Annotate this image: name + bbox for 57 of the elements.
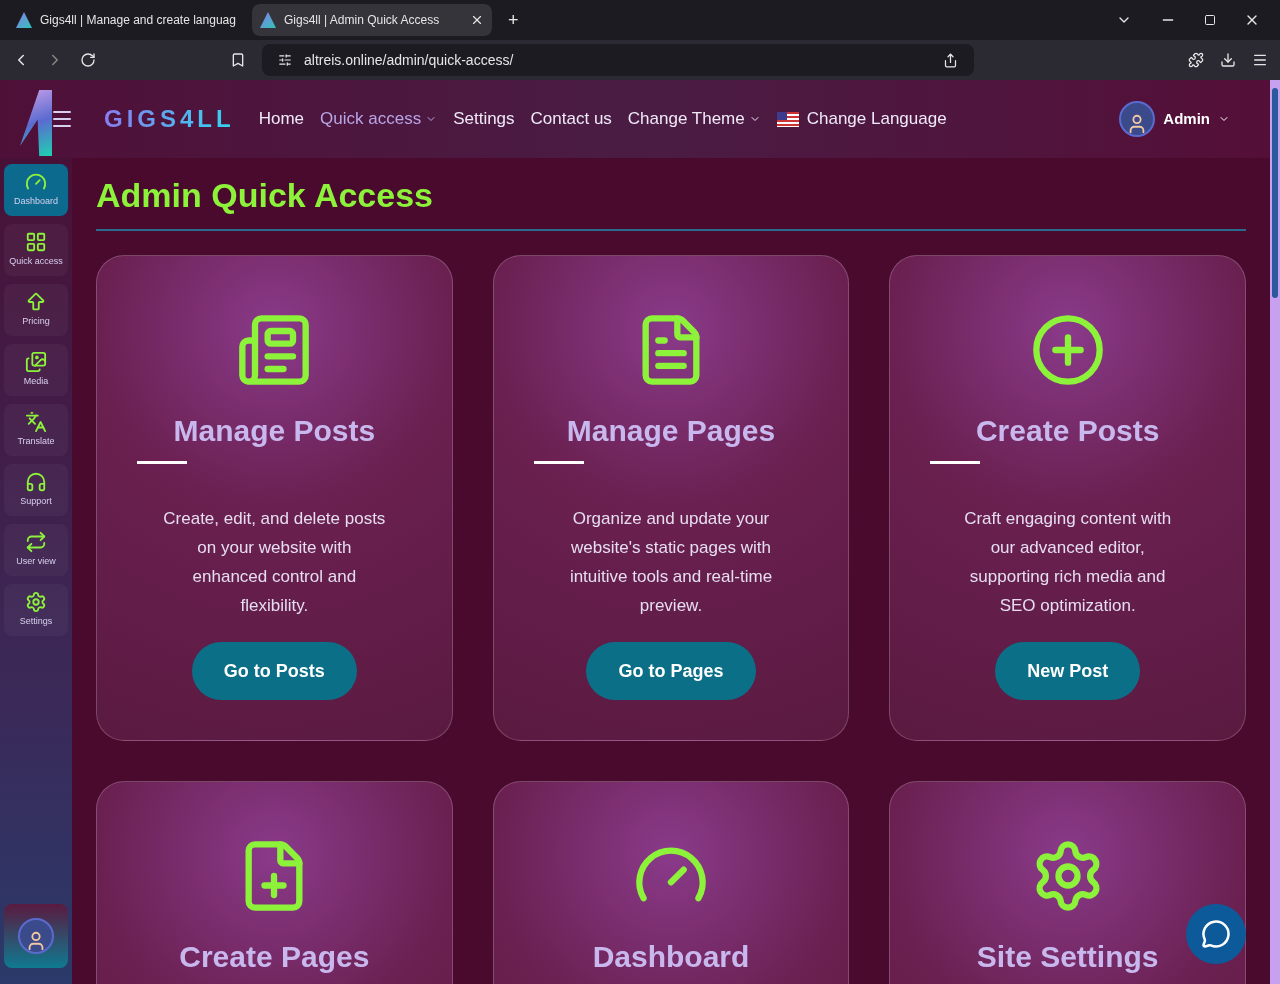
nav-link[interactable]: Settings bbox=[453, 106, 515, 132]
sidebar-item[interactable]: Support bbox=[4, 464, 68, 516]
nav-link[interactable]: Quick access bbox=[320, 106, 438, 132]
grid-icon bbox=[25, 231, 47, 254]
new-tab-button[interactable]: + bbox=[496, 6, 531, 34]
sidebar-item[interactable]: Media bbox=[4, 344, 68, 396]
avatar-icon bbox=[18, 918, 54, 954]
settings-icon bbox=[25, 591, 47, 614]
card-description: Create, edit, and delete posts on your website with enhanced control and flexibility. bbox=[162, 508, 387, 617]
maximize-icon[interactable] bbox=[1204, 14, 1216, 26]
download-icon[interactable] bbox=[1220, 52, 1236, 68]
browser-tab[interactable]: Gigs4ll | Admin Quick Access bbox=[252, 4, 492, 36]
flag-icon bbox=[776, 111, 799, 127]
nav-link[interactable]: Contact us bbox=[530, 106, 612, 132]
headset-icon bbox=[25, 471, 47, 494]
site-logo-icon bbox=[16, 12, 32, 28]
share-icon[interactable] bbox=[943, 52, 958, 68]
site-logo-icon bbox=[260, 12, 276, 28]
menu-icon[interactable] bbox=[1252, 52, 1268, 68]
nav-link[interactable]: Change Theme bbox=[627, 106, 761, 132]
page-title: Admin Quick Access bbox=[96, 175, 434, 216]
card-title: Create Pages bbox=[179, 939, 370, 975]
site-settings-icon[interactable] bbox=[278, 53, 292, 67]
card-title: Dashboard bbox=[592, 939, 750, 975]
card-button[interactable]: Go to Posts bbox=[191, 642, 357, 700]
card-description: Organize and update your website's static pages with intuitive tools and real-time preview. bbox=[568, 508, 774, 617]
repeat-icon bbox=[25, 531, 47, 554]
bookmark-icon[interactable] bbox=[230, 52, 246, 68]
card-button[interactable]: Go to Pages bbox=[586, 642, 756, 700]
user-menu[interactable]: Admin bbox=[1119, 101, 1230, 137]
profile-button[interactable] bbox=[4, 904, 68, 968]
avatar-icon bbox=[1119, 101, 1156, 137]
sidebar-item[interactable]: Quick access bbox=[4, 224, 68, 276]
tab-title: Gigs4ll | Manage and create languag bbox=[40, 12, 237, 29]
chat-icon bbox=[1201, 919, 1231, 949]
sidebar-item[interactable]: Translate bbox=[4, 404, 68, 456]
nav-link[interactable]: Home bbox=[258, 106, 305, 132]
browser-tab[interactable]: Gigs4ll | Manage and create languag bbox=[8, 4, 248, 36]
card-button[interactable]: New Post bbox=[995, 642, 1141, 700]
scrollbar[interactable] bbox=[1270, 80, 1280, 984]
tab-title: Gigs4ll | Admin Quick Access bbox=[284, 12, 441, 29]
sidebar-item[interactable]: User view bbox=[4, 524, 68, 576]
sidebar-item[interactable]: Dashboard bbox=[4, 164, 68, 216]
card-title: Manage Pages bbox=[566, 413, 776, 449]
card-title: Manage Posts bbox=[173, 413, 376, 449]
sidebar-item[interactable]: Settings bbox=[4, 584, 68, 636]
address-bar[interactable]: altreis.online/admin/quick-access/ bbox=[262, 44, 974, 76]
close-icon[interactable] bbox=[470, 13, 484, 27]
card-description: Craft engaging content with our advanced editor, supporting rich media and SEO optimization. bbox=[963, 508, 1173, 617]
card-title: Create Posts bbox=[975, 413, 1160, 449]
sidebar-item[interactable]: Pricing bbox=[4, 284, 68, 336]
translate-icon bbox=[25, 411, 47, 434]
images-icon bbox=[25, 351, 47, 374]
nav-link[interactable]: Change Language bbox=[776, 106, 947, 132]
card-title: Site Settings bbox=[976, 939, 1159, 975]
reload-icon[interactable] bbox=[80, 52, 96, 68]
extensions-icon[interactable] bbox=[1188, 52, 1204, 68]
